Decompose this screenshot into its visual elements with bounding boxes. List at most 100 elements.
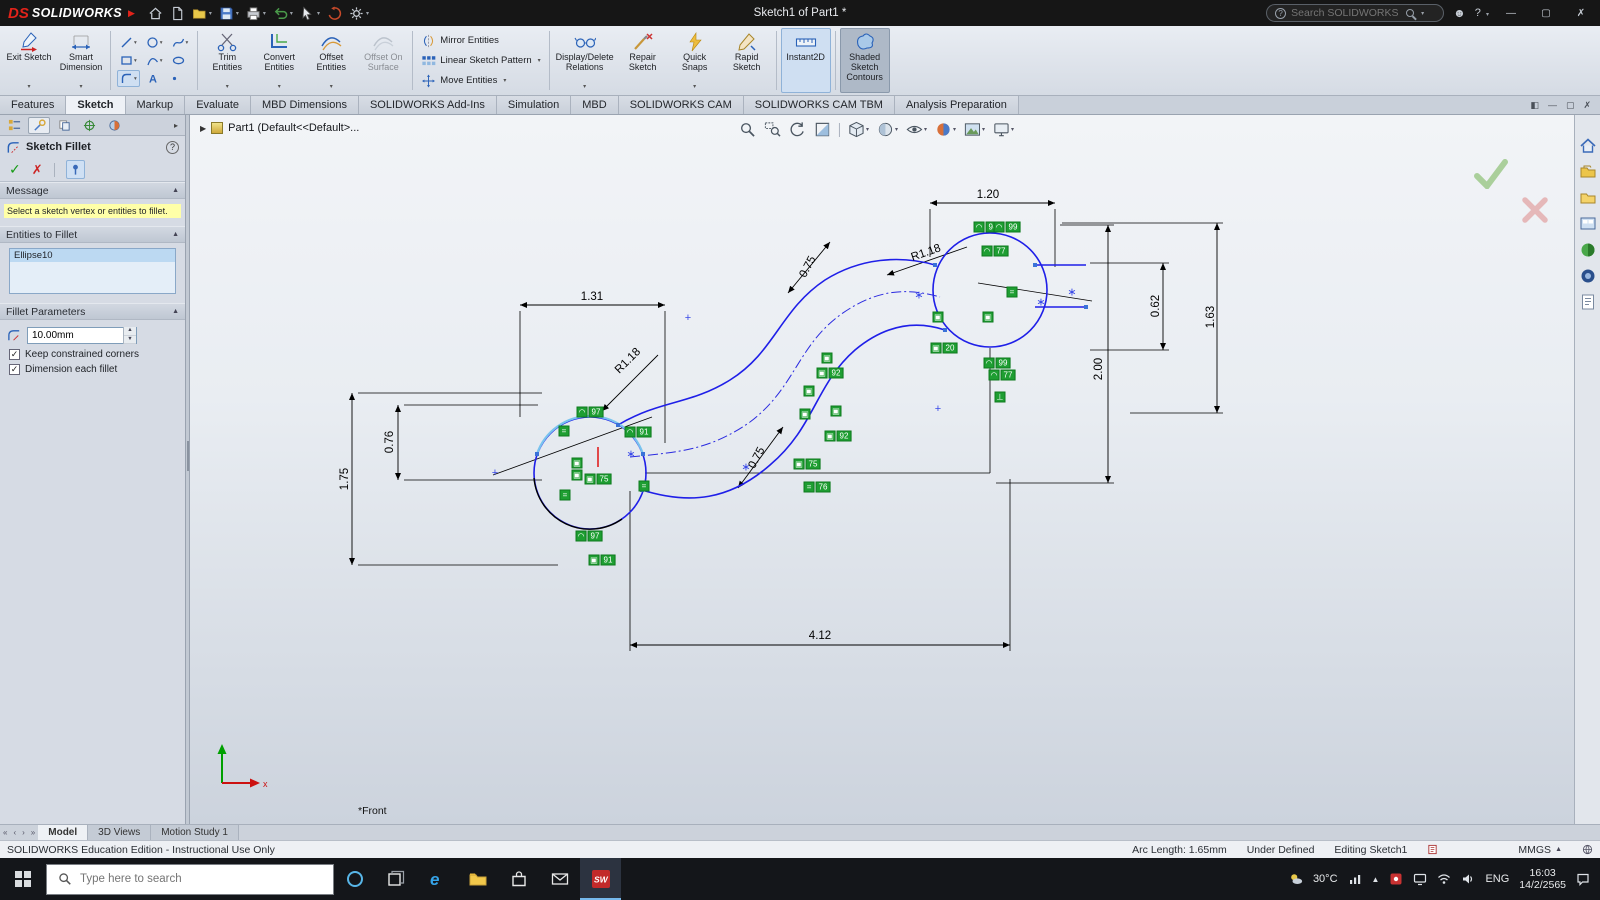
bottom-tab-motion-study-1[interactable]: Motion Study 1 — [151, 825, 239, 840]
mail-taskbar-button[interactable] — [539, 858, 580, 900]
rapid-sketch-button[interactable]: Rapid Sketch — [722, 28, 772, 93]
tab-scroll-last-icon[interactable]: » — [28, 825, 38, 840]
view-orientation-button[interactable]: ▾ — [848, 121, 869, 138]
tray-app-icon[interactable] — [1389, 872, 1403, 886]
bottom-tab-model[interactable]: Model — [38, 825, 88, 840]
search-icon[interactable] — [1406, 9, 1414, 17]
tab-mbd[interactable]: MBD — [571, 96, 618, 114]
collapse-chevron-icon[interactable]: ▲ — [172, 308, 179, 315]
restore-doc-icon[interactable]: ▢ — [1566, 100, 1575, 111]
start-button[interactable] — [0, 858, 46, 900]
confirm-ok-icon[interactable] — [1474, 159, 1508, 189]
quick-snaps-button[interactable]: Quick Snaps ▾ — [670, 28, 720, 93]
flyout-feature-tree[interactable]: ▶ Part1 (Default<<Default>... — [200, 122, 359, 134]
spinner-down-icon[interactable]: ▼ — [124, 336, 136, 345]
cancel-button[interactable]: ✗ — [32, 162, 43, 178]
message-section-header[interactable]: Message ▲ — [0, 182, 185, 199]
display-style-button[interactable]: ▾ — [877, 121, 898, 138]
tab-scroll-prev-icon[interactable]: ‹ — [10, 825, 19, 840]
mirror-entities-button[interactable]: Mirror Entities — [417, 32, 544, 49]
taskbar-search-input[interactable] — [80, 873, 280, 885]
circle-tool-button[interactable]: ▾ — [143, 34, 166, 51]
help-menu-button[interactable]: ? ▾ — [1475, 7, 1489, 19]
entities-section-header[interactable]: Entities to Fillet ▲ — [0, 226, 185, 243]
tab-scroll-first-icon[interactable]: « — [0, 825, 10, 840]
solidworks-resources-tab[interactable] — [1579, 137, 1597, 155]
taskbar-search-box[interactable] — [46, 864, 334, 895]
shaded-sketch-contours-button[interactable]: Shaded Sketch Contours — [840, 28, 890, 93]
instant2d-button[interactable]: Instant2D — [781, 28, 831, 93]
convert-caret-icon[interactable]: ▾ — [278, 84, 281, 91]
section-view-button[interactable] — [814, 121, 831, 138]
status-globe-icon[interactable] — [1582, 844, 1593, 855]
entity-item-ellipse10[interactable]: Ellipse10 — [10, 249, 175, 262]
user-account-icon[interactable]: ☻ — [1453, 6, 1466, 20]
property-help-icon[interactable]: ? — [166, 141, 179, 154]
file-explorer-taskbar-button[interactable] — [457, 858, 498, 900]
tab-solidworks-add-ins[interactable]: SOLIDWORKS Add-Ins — [359, 96, 497, 114]
keep-constrained-corners-checkbox[interactable]: ✓ Keep constrained corners — [9, 349, 176, 360]
zoom-to-fit-button[interactable] — [739, 121, 756, 138]
edit-appearance-button[interactable]: ▾ — [935, 121, 956, 138]
trim-entities-button[interactable]: Trim Entities ▾ — [202, 28, 252, 93]
display-delete-relations-button[interactable]: Display/Delete Relations ▾ — [554, 28, 616, 93]
trim-caret-icon[interactable]: ▾ — [226, 84, 229, 91]
rebuild-button[interactable] — [324, 3, 345, 23]
action-center-icon[interactable] — [1576, 872, 1590, 886]
dock-panel-icon[interactable]: ◧ — [1530, 100, 1539, 111]
undo-caret-icon[interactable]: ▾ — [290, 10, 293, 17]
help-search-box[interactable]: ? ▾ — [1266, 4, 1444, 22]
quick-snaps-caret-icon[interactable]: ▾ — [693, 84, 696, 91]
home-button[interactable] — [145, 3, 166, 23]
convert-entities-button[interactable]: Convert Entities ▾ — [254, 28, 304, 93]
display-icon[interactable] — [1413, 872, 1427, 886]
displaymanager-tab[interactable] — [103, 117, 125, 134]
tab-analysis-preparation[interactable]: Analysis Preparation — [895, 96, 1019, 114]
offset-caret-icon[interactable]: ▾ — [330, 84, 333, 91]
spline-tool-button[interactable]: ▾ — [169, 34, 192, 51]
hide-show-items-button[interactable]: ▾ — [906, 121, 927, 138]
point-tool-button[interactable] — [165, 70, 184, 87]
linear-sketch-pattern-button[interactable]: Linear Sketch Pattern ▾ — [417, 52, 544, 69]
configurationmanager-tab[interactable] — [53, 117, 75, 134]
manager-tabs-expand-icon[interactable]: ▸ — [170, 117, 182, 134]
design-library-tab[interactable] — [1579, 163, 1597, 181]
entities-to-fillet-listbox[interactable]: Ellipse10 — [9, 248, 176, 294]
close-doc-icon[interactable]: ✗ — [1583, 100, 1591, 111]
tab-sketch[interactable]: Sketch — [66, 96, 125, 114]
zoom-to-area-button[interactable] — [764, 121, 781, 138]
linear-pattern-caret-icon[interactable]: ▾ — [538, 57, 541, 64]
featuremanager-tree-tab[interactable] — [3, 117, 25, 134]
tab-mbd-dimensions[interactable]: MBD Dimensions — [251, 96, 359, 114]
offset-entities-button[interactable]: Offset Entities ▾ — [306, 28, 356, 93]
temperature-label[interactable]: 30°C — [1313, 873, 1338, 885]
text-tool-button[interactable]: A — [143, 70, 162, 87]
resource-chart-icon[interactable] — [1348, 872, 1362, 886]
tab-solidworks-cam-tbm[interactable]: SOLIDWORKS CAM TBM — [744, 96, 895, 114]
options-caret-icon[interactable]: ▾ — [366, 10, 369, 17]
move-entities-button[interactable]: Move Entities ▾ — [417, 72, 544, 89]
appearances-scenes-tab[interactable] — [1579, 241, 1597, 259]
move-entities-caret-icon[interactable]: ▾ — [503, 77, 506, 84]
graphics-area[interactable]: ▶ Part1 (Default<<Default>... ▾ ▾ ▾ ▾ ▾ … — [190, 115, 1574, 824]
collapse-chevron-icon[interactable]: ▲ — [172, 231, 179, 238]
rectangle-tool-button[interactable]: ▾ — [117, 52, 140, 69]
cortana-taskbar-button[interactable] — [334, 858, 375, 900]
new-button[interactable] — [167, 3, 188, 23]
units-selector[interactable]: MMGS ▲ — [1518, 844, 1562, 856]
select-caret-icon[interactable]: ▾ — [317, 10, 320, 17]
bottom-tab-3d-views[interactable]: 3D Views — [88, 825, 151, 840]
undo-button[interactable]: ▾ — [270, 3, 296, 23]
clock[interactable]: 16:03 14/2/2565 — [1519, 867, 1566, 891]
help-search-input[interactable] — [1291, 7, 1401, 19]
ellipse-tool-button[interactable] — [169, 52, 188, 69]
tab-markup[interactable]: Markup — [126, 96, 186, 114]
save-caret-icon[interactable]: ▾ — [236, 10, 239, 17]
dimxpertmanager-tab[interactable] — [78, 117, 100, 134]
tab-evaluate[interactable]: Evaluate — [185, 96, 251, 114]
search-dropdown-icon[interactable]: ▾ — [1421, 10, 1424, 17]
solidworks-taskbar-button[interactable]: SW — [580, 858, 621, 900]
propertymanager-tab[interactable] — [28, 117, 50, 134]
repair-sketch-button[interactable]: Repair Sketch — [618, 28, 668, 93]
store-taskbar-button[interactable] — [498, 858, 539, 900]
